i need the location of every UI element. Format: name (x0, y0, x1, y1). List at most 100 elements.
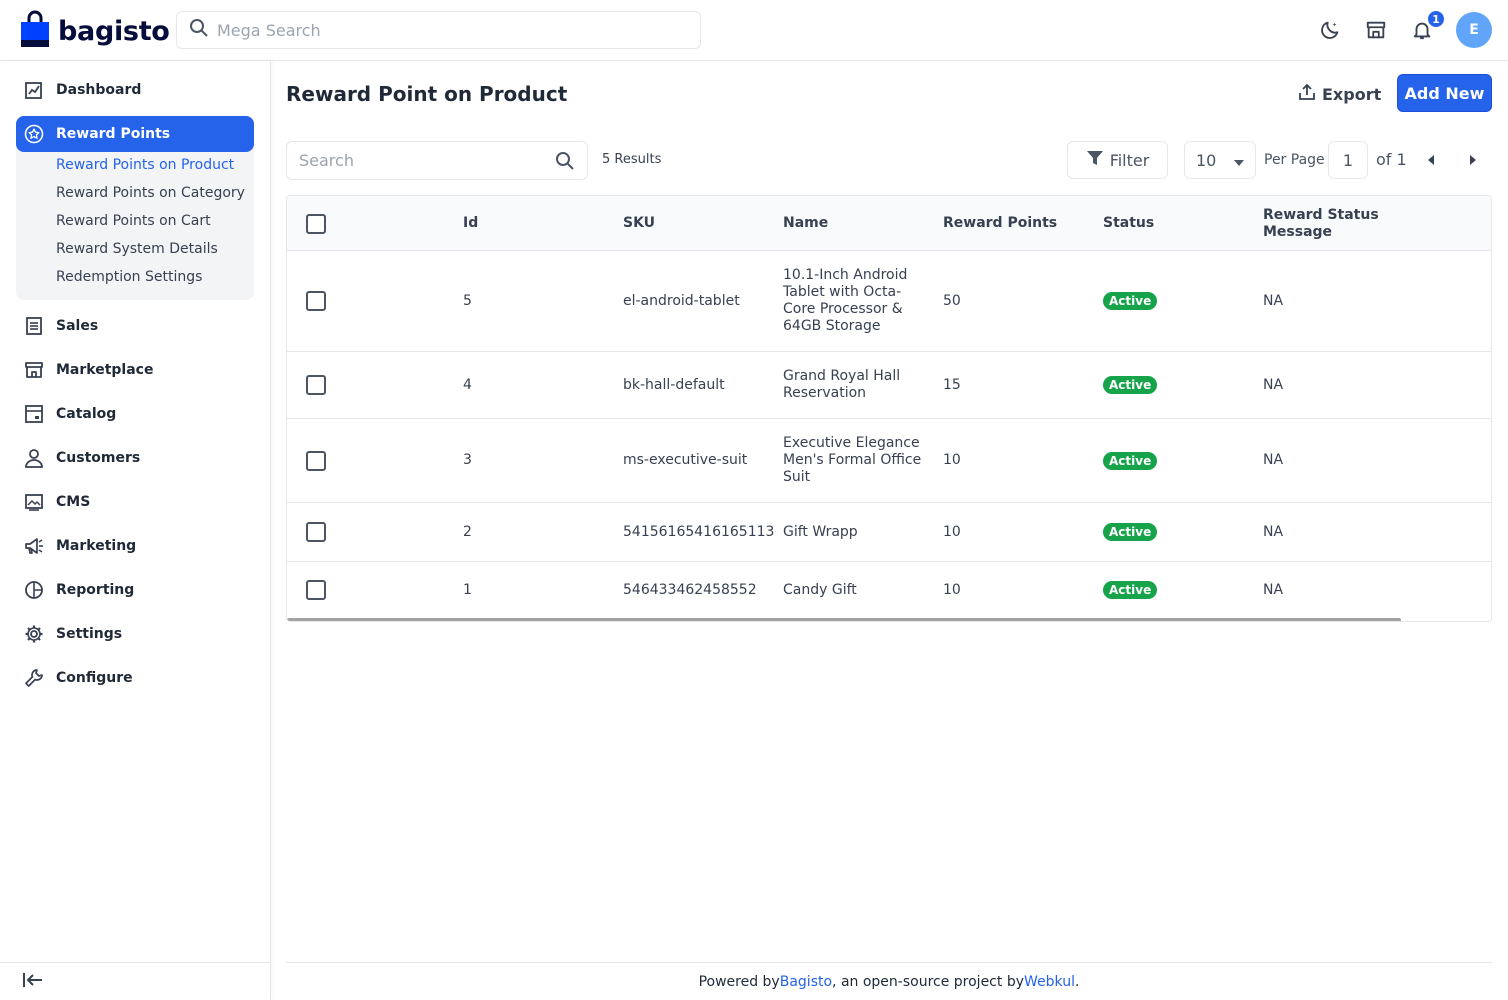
column-header-reward-points[interactable]: Reward Points (943, 196, 1057, 251)
cell-id: 4 (463, 376, 472, 393)
horizontal-scrollbar[interactable] (287, 618, 1401, 621)
cell-reward-status-message: NA (1263, 376, 1284, 393)
row-checkbox[interactable] (306, 375, 326, 395)
per-page-select[interactable]: 10 (1184, 141, 1256, 179)
next-page-icon[interactable] (1463, 150, 1483, 170)
row-checkbox[interactable] (306, 450, 326, 471)
sidebar-item-label: Catalog (56, 406, 117, 422)
cell-reward-points: 15 (943, 376, 961, 393)
row-checkbox[interactable] (306, 522, 326, 542)
submenu-reward-points-on-category[interactable]: Reward Points on Category (56, 185, 245, 201)
user-avatar[interactable]: E (1456, 12, 1492, 48)
add-new-button[interactable]: Add New (1397, 74, 1492, 112)
logo-text: bagisto (58, 15, 170, 47)
select-all-checkbox[interactable] (306, 213, 326, 234)
column-header-status[interactable]: Status (1103, 196, 1154, 251)
cell-name: 10.1-Inch Android Tablet with Octa-Core … (783, 267, 908, 334)
cms-icon (24, 492, 44, 512)
sidebar-item-marketplace[interactable]: Marketplace (16, 352, 254, 388)
row-checkbox-cell (306, 251, 326, 351)
sidebar-item-marketing[interactable]: Marketing (16, 528, 254, 564)
wrench-icon (24, 668, 44, 688)
sidebar-item-dashboard[interactable]: Dashboard (16, 72, 254, 108)
sidebar-item-customers[interactable]: Customers (16, 440, 254, 476)
header-actions: 1 E (1318, 9, 1492, 48)
column-header-reward-status-message[interactable]: Reward Status Message (1263, 196, 1383, 251)
dark-mode-icon[interactable] (1318, 18, 1342, 42)
cell-name: Executive Elegance Men's Formal Office S… (783, 435, 922, 485)
cell-name: Candy Gift (783, 581, 857, 598)
row-checkbox[interactable] (306, 291, 326, 311)
sidebar-item-configure[interactable]: Configure (16, 660, 254, 696)
gear-icon (24, 624, 44, 644)
sidebar-item-settings[interactable]: Settings (16, 616, 254, 652)
submenu-reward-points-on-product[interactable]: Reward Points on Product (56, 157, 234, 173)
cell-reward-status-message: NA (1263, 523, 1284, 540)
sidebar-item-label: Reporting (56, 582, 135, 598)
footer-suffix: . (1074, 973, 1080, 990)
star-icon (24, 124, 44, 144)
export-label: Export (1322, 84, 1382, 104)
submenu-reward-system-details[interactable]: Reward System Details (56, 241, 218, 257)
sidebar-item-label: Configure (56, 670, 133, 686)
mega-search-input[interactable] (217, 20, 677, 40)
notification-count-badge: 1 (1426, 9, 1446, 29)
storefront-icon[interactable] (1364, 18, 1388, 42)
submenu-redemption-settings[interactable]: Redemption Settings (56, 269, 202, 285)
export-icon (1298, 83, 1316, 105)
sidebar-item-label: Marketplace (56, 362, 154, 378)
sidebar-item-cms[interactable]: CMS (16, 484, 254, 520)
column-header-id[interactable]: Id (463, 196, 478, 251)
per-page-label: Per Page (1264, 152, 1325, 168)
megaphone-icon (24, 536, 44, 556)
sidebar-item-reward-points[interactable]: Reward Points (16, 116, 254, 152)
collapse-icon (22, 971, 44, 993)
chart-icon (24, 580, 44, 600)
table-header: Id SKU Name Reward Points Status Reward … (287, 196, 1491, 251)
cell-status: Active (1103, 503, 1158, 561)
status-badge: Active (1103, 292, 1158, 310)
cell-reward-status-message: NA (1263, 292, 1284, 309)
row-checkbox[interactable] (306, 580, 326, 600)
cell-sku: ms-executive-suit (623, 452, 748, 468)
column-header-name[interactable]: Name (783, 196, 828, 251)
cell-reward-status-message: NA (1263, 581, 1284, 598)
logo[interactable]: bagisto (20, 10, 170, 52)
status-badge: Active (1103, 451, 1158, 470)
collapse-sidebar-button[interactable] (0, 962, 270, 1000)
row-checkbox-cell (306, 562, 326, 618)
table-search-box[interactable] (286, 141, 588, 180)
page-total: of 1 (1376, 150, 1407, 169)
status-badge: Active (1103, 523, 1158, 541)
export-button[interactable]: Export (1298, 80, 1381, 108)
mega-search-box[interactable] (176, 11, 701, 49)
sidebar: Dashboard Reward Points Reward Points on… (0, 61, 271, 1000)
bagisto-link[interactable]: Bagisto (780, 974, 832, 990)
cell-reward-status-message: NA (1263, 452, 1284, 468)
previous-page-icon[interactable] (1421, 150, 1441, 170)
page-number-input[interactable] (1328, 141, 1368, 179)
search-icon (189, 18, 209, 42)
notification-bell-icon[interactable]: 1 (1410, 9, 1446, 42)
filter-button[interactable]: Filter (1067, 141, 1168, 179)
webkul-link[interactable]: Webkul (1024, 974, 1075, 990)
page-title: Reward Point on Product (286, 82, 568, 106)
table-row: 5 el-android-tablet 10.1-Inch Android Ta… (287, 251, 1491, 352)
search-icon[interactable] (555, 151, 575, 175)
cell-id: 3 (463, 452, 472, 468)
sidebar-item-sales[interactable]: Sales (16, 308, 254, 344)
cell-reward-points: 10 (943, 523, 961, 540)
cell-id: 5 (463, 292, 472, 309)
filter-icon (1086, 149, 1104, 171)
column-header-sku[interactable]: SKU (623, 196, 655, 251)
table-search-input[interactable] (299, 151, 549, 170)
cell-reward-points: 50 (943, 292, 961, 309)
cell-name: Gift Wrapp (783, 523, 858, 540)
sidebar-item-catalog[interactable]: Catalog (16, 396, 254, 432)
cell-status: Active (1103, 352, 1158, 418)
sidebar-item-label: Marketing (56, 538, 137, 554)
submenu-reward-points-on-cart[interactable]: Reward Points on Cart (56, 213, 211, 229)
top-header: bagisto 1 E (0, 0, 1508, 61)
sidebar-item-reporting[interactable]: Reporting (16, 572, 254, 608)
sidebar-item-label: CMS (56, 494, 91, 510)
